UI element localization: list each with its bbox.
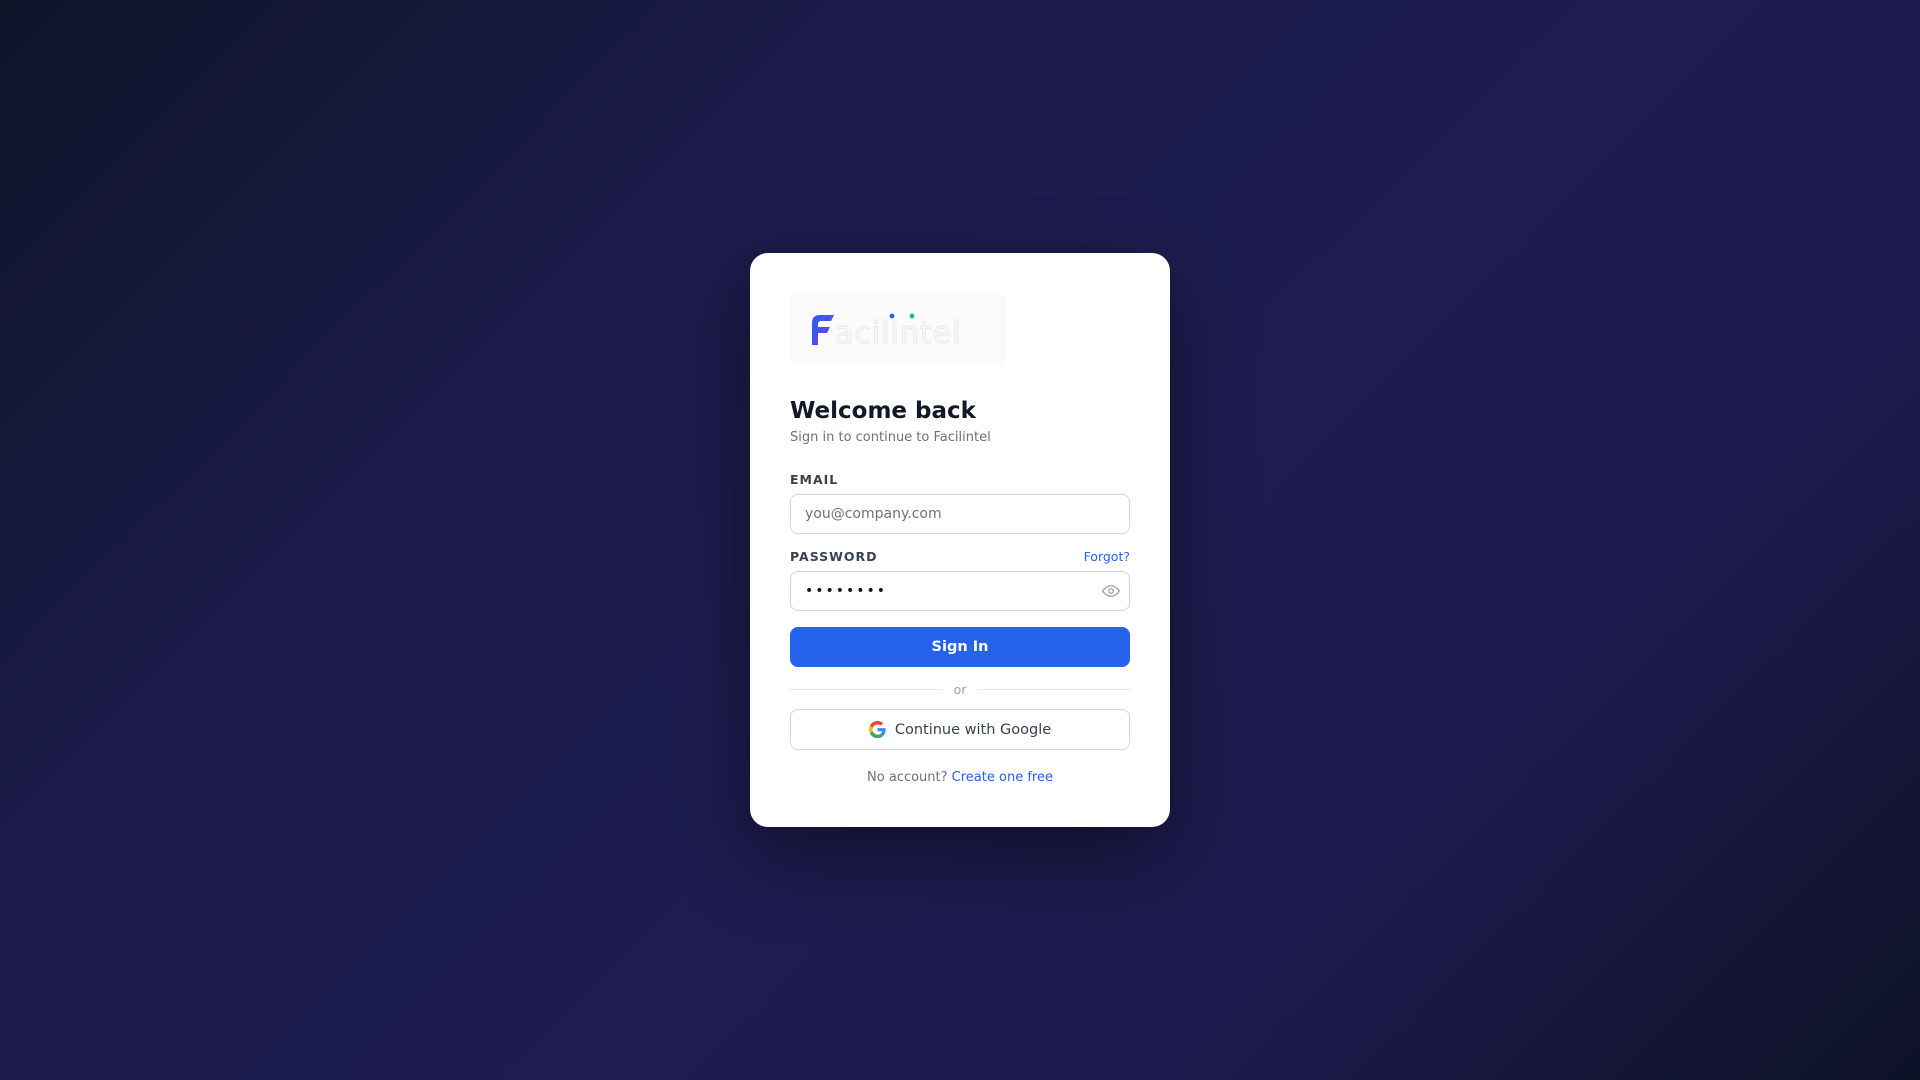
signup-footer: No account? Create one free	[790, 770, 1130, 785]
page-title: Welcome back	[790, 398, 976, 424]
password-field-wrapper	[790, 571, 1130, 611]
facilintel-logo-icon: acilintel	[812, 313, 961, 352]
email-label-row: EMAIL	[790, 471, 1130, 487]
sign-in-button[interactable]: Sign In	[790, 627, 1130, 667]
or-divider: or	[790, 681, 1131, 697]
eye-icon[interactable]	[1102, 582, 1120, 600]
divider-line-right	[978, 688, 1131, 690]
no-account-text: No account?	[867, 770, 948, 785]
google-button-label: Continue with Google	[894, 721, 1052, 738]
password-label: PASSWORD	[790, 548, 878, 564]
login-card: acilintel Welcome back Sign in to contin…	[750, 253, 1170, 827]
password-field[interactable]	[790, 571, 1130, 611]
email-label: EMAIL	[790, 471, 839, 487]
divider-line-left	[790, 688, 942, 690]
brand-logo: acilintel	[790, 293, 1006, 365]
email-field-wrapper	[790, 494, 1130, 534]
google-signin-button[interactable]: Continue with Google	[790, 709, 1130, 750]
google-icon	[868, 721, 886, 738]
divider-label: or	[953, 681, 967, 697]
svg-text:acilintel: acilintel	[835, 316, 961, 351]
create-account-link[interactable]: Create one free	[952, 770, 1053, 785]
page-subtitle: Sign in to continue to Facilintel	[790, 430, 991, 445]
forgot-password-link[interactable]: Forgot?	[1084, 549, 1130, 564]
email-field[interactable]	[790, 494, 1130, 534]
password-label-row: PASSWORD Forgot?	[790, 548, 1130, 564]
